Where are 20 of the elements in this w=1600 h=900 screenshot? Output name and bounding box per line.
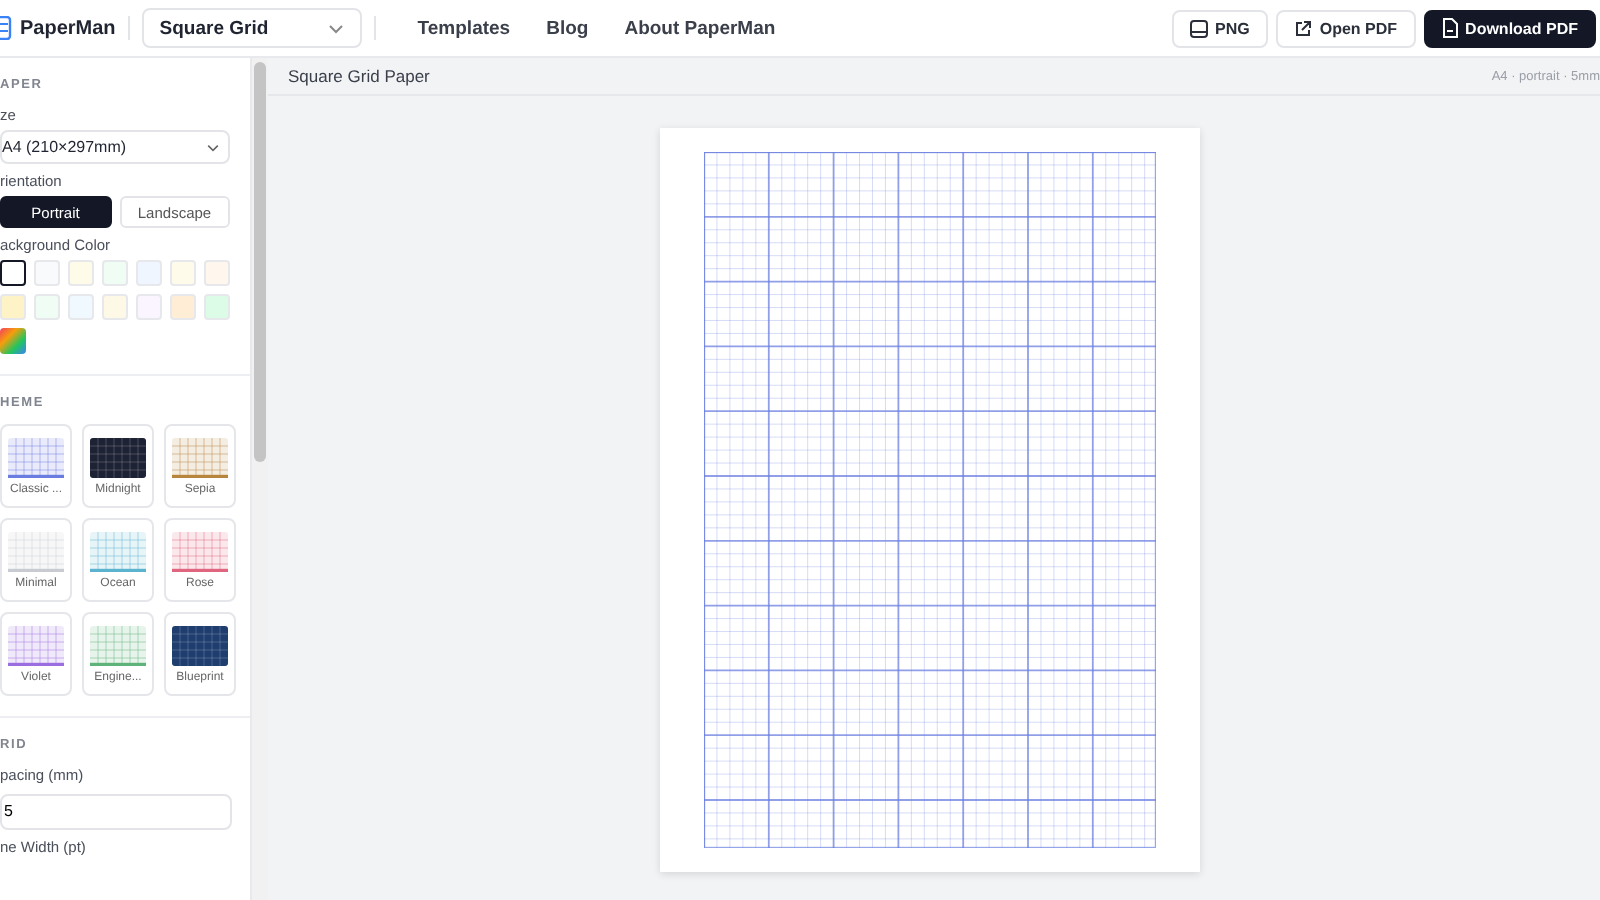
size-select[interactable]: A4 (210×297mm) (0, 130, 230, 164)
scrollbar[interactable] (250, 58, 268, 900)
image-icon (1189, 19, 1208, 37)
chevron-down-icon (206, 143, 220, 151)
preview-title: Square Grid Paper (288, 66, 430, 86)
spacing-input[interactable]: 5 (0, 793, 232, 829)
action-button[interactable]: PNG (1171, 9, 1268, 47)
chevron-down-icon (327, 23, 344, 33)
action-button[interactable]: Open PDF (1275, 9, 1416, 47)
external-link-icon (1293, 19, 1312, 37)
logo-icon (0, 16, 12, 40)
nav-link[interactable]: About PaperMan (624, 17, 776, 39)
document-icon (1441, 18, 1458, 38)
nav-link[interactable]: Templates (417, 17, 511, 39)
template-select[interactable]: Square Grid (141, 8, 362, 48)
nav-link[interactable]: Blog (546, 17, 589, 39)
brand-name: PaperMan (20, 17, 116, 39)
action-button[interactable]: Download PDF (1423, 9, 1596, 47)
custom-color-swatch[interactable] (0, 328, 26, 354)
color-swatch[interactable] (0, 260, 26, 286)
